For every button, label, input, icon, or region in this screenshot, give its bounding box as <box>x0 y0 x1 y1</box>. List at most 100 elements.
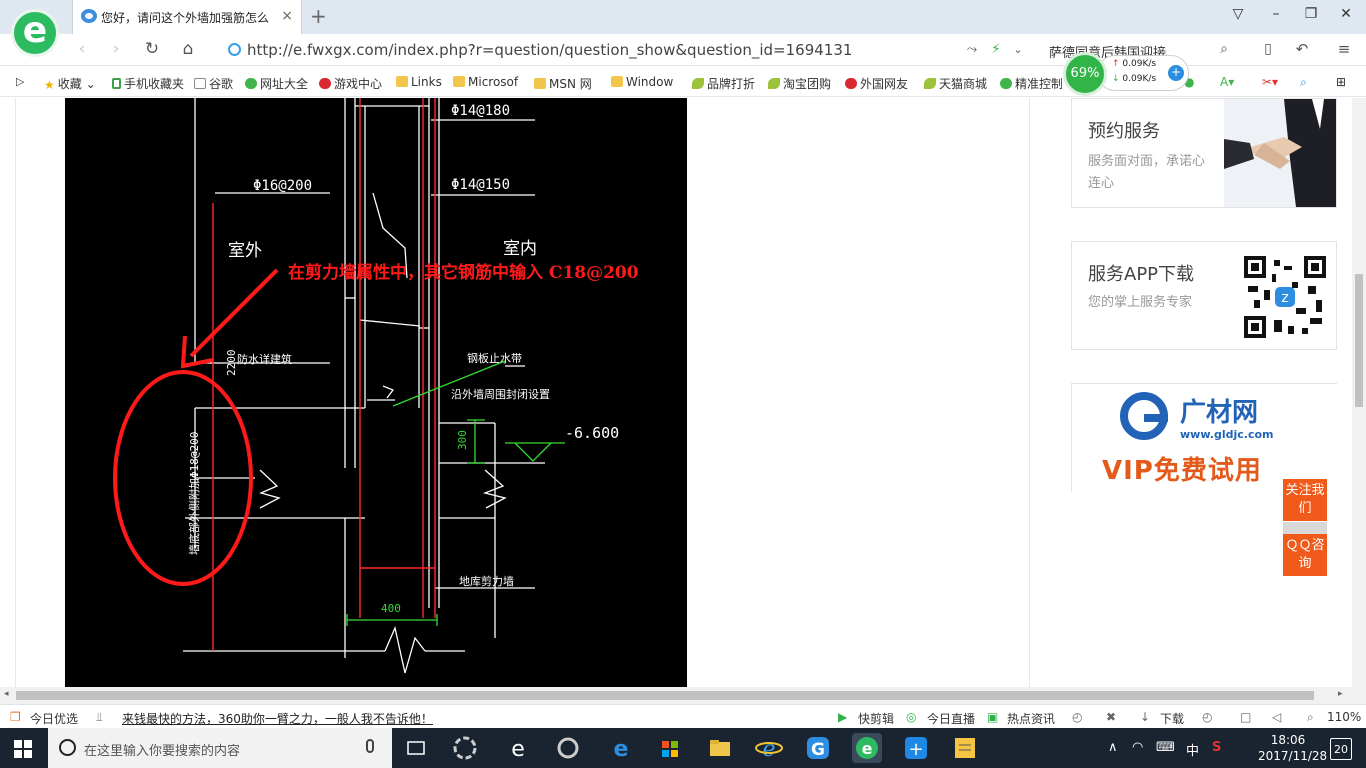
pinwheel-app-icon[interactable] <box>450 733 480 763</box>
browser-logo-icon[interactable] <box>11 9 59 57</box>
expand-icon[interactable]: ⫫ <box>96 710 103 725</box>
bookmark-google[interactable]: 谷歌 <box>194 75 233 92</box>
accelerate-button[interactable]: + <box>1168 65 1184 81</box>
site-favicon-icon <box>81 9 97 23</box>
follow-us-button[interactable]: 关注我们 <box>1283 479 1327 521</box>
bookmark-taobao-group[interactable]: 淘宝团购 <box>768 75 831 92</box>
speed-mode-icon[interactable]: ⚡ <box>986 42 1006 57</box>
spiral-app-icon[interactable] <box>553 733 583 763</box>
bookmark-tmall[interactable]: 天猫商城 <box>924 75 987 92</box>
ad-site: www.gldjc.com <box>1180 428 1274 441</box>
new-tab-button[interactable]: + <box>310 4 327 28</box>
chevron-down-icon[interactable]: ⌄ <box>1008 43 1028 56</box>
edge-old-svg: e <box>511 737 525 762</box>
bookmark-foreign-netizens[interactable]: 外国网友 <box>845 75 908 92</box>
window-icon[interactable]: □ <box>1240 710 1251 724</box>
wifi-icon[interactable]: ◠ <box>1132 740 1143 755</box>
sidebar-toggle-icon[interactable]: ▷ <box>16 75 24 88</box>
download-button[interactable]: 下载 <box>1160 710 1184 727</box>
bookmark-url-directory[interactable]: 网址大全 <box>245 75 308 92</box>
sogou-ime-icon[interactable]: S <box>1212 740 1221 755</box>
glodon-icon[interactable]: G <box>803 733 833 763</box>
shear-wall-label: 地库剪力墙 <box>459 574 514 588</box>
apps-grid-icon[interactable]: ⊞ <box>1336 75 1346 89</box>
find-icon[interactable]: ⌕ <box>1300 75 1307 90</box>
bookmark-windows[interactable]: Window <box>611 75 673 89</box>
network-speed-widget[interactable]: ↑ 0.09K/s ↓ 0.09K/s + 69% <box>1063 52 1191 96</box>
skin-icon[interactable]: ▽ <box>1228 6 1248 22</box>
scroll-left-icon[interactable]: ◂ <box>4 689 9 699</box>
live-button[interactable]: 今日直播 <box>927 710 975 727</box>
refresh-icon[interactable]: ↻ <box>142 39 162 59</box>
qq-consult-button[interactable]: ＱＱ咨询 <box>1283 534 1327 576</box>
store-icon[interactable] <box>655 733 685 763</box>
gift-icon[interactable]: ❐ <box>10 710 21 724</box>
screenshot-icon[interactable]: ✂▾ <box>1262 75 1278 89</box>
search-icon[interactable]: ⌕ <box>1214 41 1234 57</box>
speedometer-icon[interactable]: ◴ <box>1072 710 1082 724</box>
accelerator-icon[interactable]: ◴ <box>1202 710 1212 724</box>
task-view-icon[interactable] <box>401 733 431 763</box>
hot-news-button[interactable]: 热点资讯 <box>1007 710 1055 727</box>
minimize-button[interactable]: – <box>1266 6 1286 22</box>
forward-icon[interactable]: › <box>106 39 126 59</box>
quick-clip-button[interactable]: 快剪辑 <box>858 710 894 727</box>
ie-icon[interactable]: e <box>754 733 784 763</box>
news-ticker-link[interactable]: 来钱最快的方法，360助你一臂之力，一般人我不告诉他！ <box>122 710 433 727</box>
edge-icon[interactable]: e <box>606 733 636 763</box>
tab-title: 您好，请问这个外墙加强筋怎么 <box>101 11 270 25</box>
bookmark-brand-sale[interactable]: 品牌打折 <box>692 75 755 92</box>
system-clock[interactable]: 18:06 2017/11/28 <box>1258 732 1327 764</box>
memory-percent[interactable]: 69% <box>1063 52 1107 96</box>
bookmark-favorites[interactable]: ★ 收藏 ⌄ <box>44 75 96 92</box>
qr-code-icon: z <box>1244 256 1326 338</box>
ime-indicator[interactable]: 中 <box>1186 740 1199 759</box>
booking-service-card[interactable]: 预约服务 服务面对面，承诺心连心 <box>1071 98 1337 208</box>
horizontal-scroll-thumb[interactable] <box>16 691 1314 700</box>
taskbar-search-box[interactable]: 在这里输入你要搜索的内容 <box>48 728 392 768</box>
app-download-card[interactable]: 服务APP下载 您的掌上服务专家 z <box>1071 241 1337 350</box>
address-bar[interactable]: http://e.fwxgx.com/index.php?r=question/… <box>247 41 852 59</box>
back-icon[interactable]: ‹ <box>72 39 92 59</box>
microphone-icon[interactable] <box>366 739 374 753</box>
zoom-level[interactable]: 110% <box>1327 710 1361 724</box>
tray-expand-icon[interactable]: ∧ <box>1108 740 1118 755</box>
vip-ad-card[interactable]: 广材网 www.gldjc.com VIP免费试用 <box>1071 383 1338 492</box>
vertical-scroll-thumb[interactable] <box>1355 274 1363 407</box>
down-arrow-icon: ↓ <box>1112 74 1120 84</box>
notes-app-icon[interactable] <box>950 733 980 763</box>
bookmark-precise-control[interactable]: 精准控制 <box>1000 75 1062 92</box>
360-browser-taskbar-icon[interactable]: e <box>852 733 882 763</box>
translate-icon[interactable]: A▾ <box>1220 75 1234 89</box>
share-icon[interactable]: ⤳ <box>962 42 982 57</box>
home-icon[interactable]: ⌂ <box>178 39 198 59</box>
windows-start-icon[interactable] <box>14 740 32 758</box>
daily-picks[interactable]: 今日优选 <box>30 710 78 727</box>
file-explorer-icon[interactable] <box>705 733 735 763</box>
menu-icon[interactable]: ≡ <box>1334 40 1354 58</box>
bookmark-msn[interactable]: MSN 网 <box>534 75 592 92</box>
tab-close-icon[interactable]: × <box>281 8 293 24</box>
folder-svg <box>710 740 730 756</box>
volume-icon[interactable]: ◁ <box>1272 710 1281 724</box>
mobile-icon[interactable]: ▯ <box>1258 41 1278 57</box>
bookmark-links[interactable]: Links <box>396 75 442 89</box>
close-window-button[interactable]: ✕ <box>1336 6 1356 22</box>
svg-text:+: + <box>908 739 923 760</box>
action-center-badge[interactable]: 20 <box>1330 738 1352 760</box>
scroll-right-icon[interactable]: ▸ <box>1338 689 1343 699</box>
browser-tab[interactable]: 您好，请问这个外墙加强筋怎么 × <box>72 0 302 34</box>
undo-icon[interactable]: ↶ <box>1292 40 1312 58</box>
bookmark-mobile-favorites[interactable]: 手机收藏夹 <box>112 75 184 92</box>
bookmark-game-center[interactable]: 游戏中心 <box>319 75 382 92</box>
vertical-scrollbar[interactable] <box>1352 98 1366 687</box>
horizontal-scrollbar[interactable]: ◂ ▸ <box>0 687 1366 704</box>
edge-old-icon[interactable]: e <box>503 733 533 763</box>
security-shield-icon[interactable] <box>228 43 241 56</box>
bookmark-microsoft[interactable]: Microsof <box>453 75 518 89</box>
tools-icon[interactable]: ✖ <box>1106 710 1116 724</box>
ad-promo: VIP免费试用 <box>1102 456 1262 486</box>
plus-app-icon[interactable]: + <box>901 733 931 763</box>
restore-button[interactable]: ❐ <box>1301 6 1321 22</box>
keyboard-icon[interactable]: ⌨ <box>1156 740 1175 755</box>
